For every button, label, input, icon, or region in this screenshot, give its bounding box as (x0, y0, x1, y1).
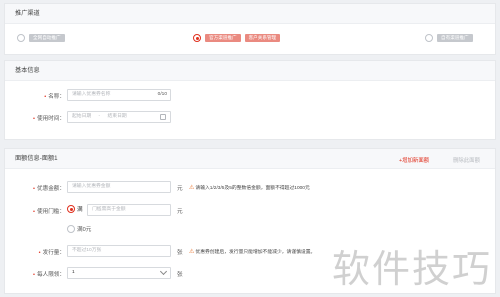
channel-title: 推广渠道 (5, 4, 495, 24)
delete-denomination-link[interactable]: 删除此面额 (453, 156, 480, 164)
channel-option-own[interactable]: 自有渠道推广 (425, 34, 473, 42)
channel-radio-auto[interactable] (17, 34, 25, 42)
limit-select[interactable]: 1 (67, 267, 171, 279)
channel-radio-official[interactable] (193, 34, 201, 42)
threshold-option-zero[interactable]: 满0元 (67, 225, 91, 233)
basic-panel: 基本信息 • 名称： 请输入优惠券名称 0/10 • 使用时间： 起始日期 - 结束… (4, 60, 496, 140)
name-counter: 0/10 (157, 92, 167, 97)
issue-unit: 张 (177, 250, 183, 256)
issue-hint: ⚠优惠券创建后，发行量只能增加不能减少，请谨慎设置。 (189, 249, 316, 255)
warning-icon: ⚠ (189, 185, 195, 191)
limit-unit: 张 (177, 272, 183, 278)
threshold-radio-zero[interactable] (67, 225, 75, 233)
issue-label: • 发行量： (38, 250, 65, 256)
watermark: 软件技巧 (331, 247, 492, 291)
issue-input[interactable]: 不超过10万张 (67, 245, 171, 257)
channel-panel: 推广渠道 全网自动推广 官方渠道推广 客户关系管理 自有渠道推广 (4, 3, 496, 55)
date-range-input[interactable]: 起始日期 - 结束日期 (67, 111, 171, 123)
threshold-option-min[interactable]: 满 (67, 205, 83, 213)
threshold-radio-min[interactable] (67, 205, 75, 213)
name-input[interactable]: 请输入优惠券名称 0/10 (67, 89, 171, 101)
basic-title: 基本信息 (5, 61, 495, 81)
date-end: 结束日期 (107, 114, 127, 119)
threshold-label: • 使用门槛： (33, 209, 65, 215)
threshold-unit: 元 (177, 209, 183, 215)
limit-label: • 每人限领： (33, 272, 65, 278)
calendar-icon[interactable] (160, 114, 166, 120)
warning-icon: ⚠ (189, 249, 195, 255)
channel-option-auto[interactable]: 全网自动推广 (17, 34, 65, 42)
channel-radio-own[interactable] (425, 34, 433, 42)
channel-tag-auto: 全网自动推广 (29, 34, 65, 42)
date-start: 起始日期 (72, 114, 92, 119)
chevron-down-icon (159, 267, 168, 276)
date-separator: - (98, 114, 101, 119)
add-denomination-link[interactable]: +增加新面额 (399, 156, 429, 164)
channel-option-official[interactable]: 官方渠道推广 客户关系管理 (193, 34, 281, 42)
amount-unit: 元 (177, 186, 183, 192)
channel-tag-crm: 客户关系管理 (244, 34, 281, 42)
threshold-input[interactable]: 门槛需高于金额 (87, 204, 171, 216)
channel-tag-own: 自有渠道推广 (437, 34, 473, 42)
amount-input[interactable]: 请输入优惠券金额 (67, 181, 171, 193)
amount-label: • 优惠金额： (33, 186, 65, 192)
channel-tag-official: 官方渠道推广 (205, 34, 241, 42)
amount-hint: ⚠请输入1/2/3/5及5的整数倍金额，面额不得超过1000元 (189, 185, 310, 191)
name-label: • 名称： (44, 94, 65, 100)
time-label: • 使用时间： (33, 116, 65, 122)
